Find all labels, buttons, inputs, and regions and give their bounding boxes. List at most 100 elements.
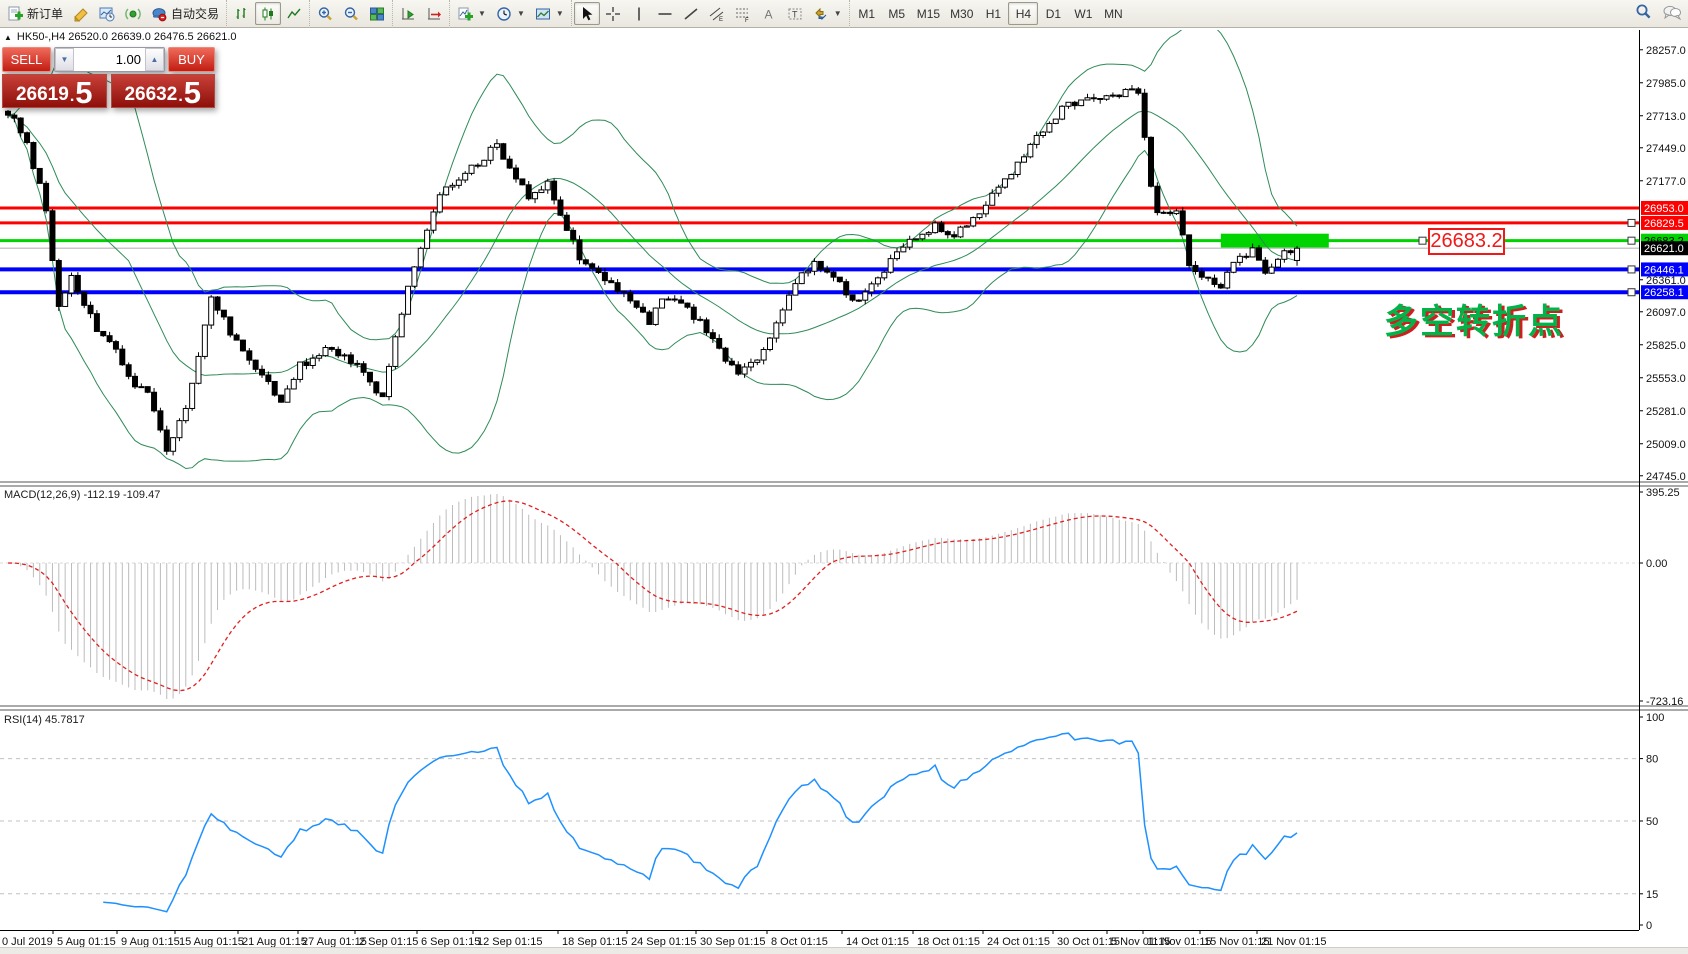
chevron-down-icon: ▼ — [556, 9, 564, 18]
line-chart-icon — [286, 6, 302, 22]
arrows-icon — [813, 6, 829, 22]
toolbar-group-insert: ▼ ▼ ▼ — [449, 0, 571, 28]
auto-scroll-icon — [400, 6, 416, 22]
timeframe-button-w1[interactable]: W1 — [1068, 2, 1098, 25]
tile-windows-icon — [369, 6, 385, 22]
svg-text:26621.0: 26621.0 — [1644, 243, 1684, 255]
horizontal-line-button[interactable] — [652, 2, 678, 25]
svg-text:E: E — [719, 17, 723, 22]
buy-button[interactable]: BUY — [168, 47, 215, 72]
crosshair-button[interactable] — [600, 2, 626, 25]
tile-windows-button[interactable] — [364, 2, 390, 25]
periods-icon — [496, 6, 512, 22]
vertical-line-icon — [631, 6, 647, 22]
timeframe-button-h1[interactable]: H1 — [978, 2, 1008, 25]
vertical-line-button[interactable] — [626, 2, 652, 25]
templates-button[interactable]: ▼ — [530, 2, 569, 25]
candlestick-chart-icon — [260, 6, 276, 22]
text-label-button[interactable]: T — [782, 2, 808, 25]
svg-text:27177.0: 27177.0 — [1646, 176, 1686, 188]
volume-increase-button[interactable]: ▲ — [145, 48, 164, 71]
timeframe-button-mn[interactable]: MN — [1098, 2, 1128, 25]
volume-input[interactable] — [74, 48, 145, 71]
svg-text:A: A — [764, 7, 772, 21]
turning-point-annotation[interactable]: 多空转折点 — [1384, 294, 1564, 343]
text-button[interactable]: A — [756, 2, 782, 25]
svg-text:25553.0: 25553.0 — [1646, 373, 1686, 385]
crosshair-icon — [605, 6, 621, 22]
collapse-triangle-icon[interactable]: ▲ — [4, 33, 12, 42]
text-icon: A — [761, 6, 777, 22]
zoom-in-icon — [317, 6, 333, 22]
zoom-in-button[interactable] — [312, 2, 338, 25]
buy-price-display[interactable]: 26632.5 — [111, 74, 216, 108]
candlestick-chart-button[interactable] — [255, 2, 281, 25]
templates-icon — [535, 6, 551, 22]
arrows-button[interactable]: ▼ — [808, 2, 847, 25]
search-icon[interactable] — [1635, 3, 1652, 25]
indicators-icon — [457, 6, 473, 22]
timeframe-button-m15[interactable]: M15 — [912, 2, 945, 25]
toolbar-group-main: 新订单 自动交易 — [0, 0, 226, 28]
main-toolbar: 新订单 自动交易 — [0, 0, 1688, 28]
chart-symbol-title: ▲ HK50-,H4 26520.0 26639.0 26476.5 26621… — [4, 31, 237, 43]
autotrading-label: 自动交易 — [171, 5, 219, 22]
svg-text:F: F — [745, 18, 749, 22]
periods-button[interactable]: ▼ — [491, 2, 530, 25]
chart-shift-button[interactable] — [421, 2, 447, 25]
new-chart-button[interactable] — [94, 2, 120, 25]
chart-window[interactable]: 28257.027985.027713.027449.027177.026361… — [0, 28, 1688, 954]
volume-decrease-button[interactable]: ▼ — [55, 48, 74, 71]
cursor-button[interactable] — [574, 2, 600, 25]
chevron-down-icon: ▼ — [517, 9, 525, 18]
sell-price-display[interactable]: 26619.5 — [2, 74, 107, 108]
toolbar-group-objects: E F A T ▼ — [571, 0, 849, 28]
svg-text:15: 15 — [1646, 889, 1658, 901]
volume-stepper: ▼ ▲ — [54, 47, 165, 72]
price-chart-canvas[interactable]: 28257.027985.027713.027449.027177.026361… — [0, 28, 1688, 954]
chat-icon[interactable] — [1662, 4, 1682, 25]
auto-scroll-button[interactable] — [395, 2, 421, 25]
cursor-icon — [579, 6, 595, 22]
new-order-button[interactable]: 新订单 — [2, 2, 68, 25]
autotrading-button[interactable]: 自动交易 — [146, 2, 224, 25]
timeframe-button-h4[interactable]: H4 — [1008, 2, 1038, 25]
zoom-out-button[interactable] — [338, 2, 364, 25]
bar-chart-icon — [234, 6, 250, 22]
line-chart-button[interactable] — [281, 2, 307, 25]
svg-text:-723.16: -723.16 — [1646, 696, 1683, 708]
status-strip — [0, 947, 1688, 954]
bar-chart-button[interactable] — [229, 2, 255, 25]
fibonacci-icon: F — [735, 6, 751, 22]
sell-button[interactable]: SELL — [2, 47, 51, 72]
svg-text:80: 80 — [1646, 754, 1658, 766]
indicators-button[interactable]: ▼ — [452, 2, 491, 25]
one-click-trading-panel: SELL ▼ ▲ BUY 26619.5 26632.5 — [2, 47, 215, 108]
svg-text:26097.0: 26097.0 — [1646, 307, 1686, 319]
svg-text:27713.0: 27713.0 — [1646, 111, 1686, 123]
fibonacci-button[interactable]: F — [730, 2, 756, 25]
toolbar-right — [1635, 0, 1682, 28]
svg-text:50: 50 — [1646, 816, 1658, 828]
text-label-icon: T — [787, 6, 803, 22]
timeframe-button-m1[interactable]: M1 — [852, 2, 882, 25]
new-chart-icon — [99, 6, 115, 22]
timeframe-button-m30[interactable]: M30 — [945, 2, 978, 25]
chevron-down-icon: ▼ — [834, 9, 842, 18]
broadcast-button[interactable] — [120, 2, 146, 25]
svg-text:395.25: 395.25 — [1646, 487, 1680, 499]
timeframe-button-d1[interactable]: D1 — [1038, 2, 1068, 25]
price-callout-label[interactable]: 26683.2 — [1428, 228, 1505, 255]
svg-text:27449.0: 27449.0 — [1646, 143, 1686, 155]
svg-text:25825.0: 25825.0 — [1646, 340, 1686, 352]
new-order-icon — [7, 6, 23, 22]
new-order-label: 新订单 — [27, 5, 63, 22]
channel-button[interactable]: E — [704, 2, 730, 25]
rsi-indicator-label: RSI(14) 45.7817 — [4, 714, 85, 726]
chevron-down-icon: ▼ — [478, 9, 486, 18]
trendline-button[interactable] — [678, 2, 704, 25]
metaeditor-button[interactable] — [68, 2, 94, 25]
timeframe-button-m5[interactable]: M5 — [882, 2, 912, 25]
trendline-icon — [683, 6, 699, 22]
broadcast-icon — [125, 6, 141, 22]
